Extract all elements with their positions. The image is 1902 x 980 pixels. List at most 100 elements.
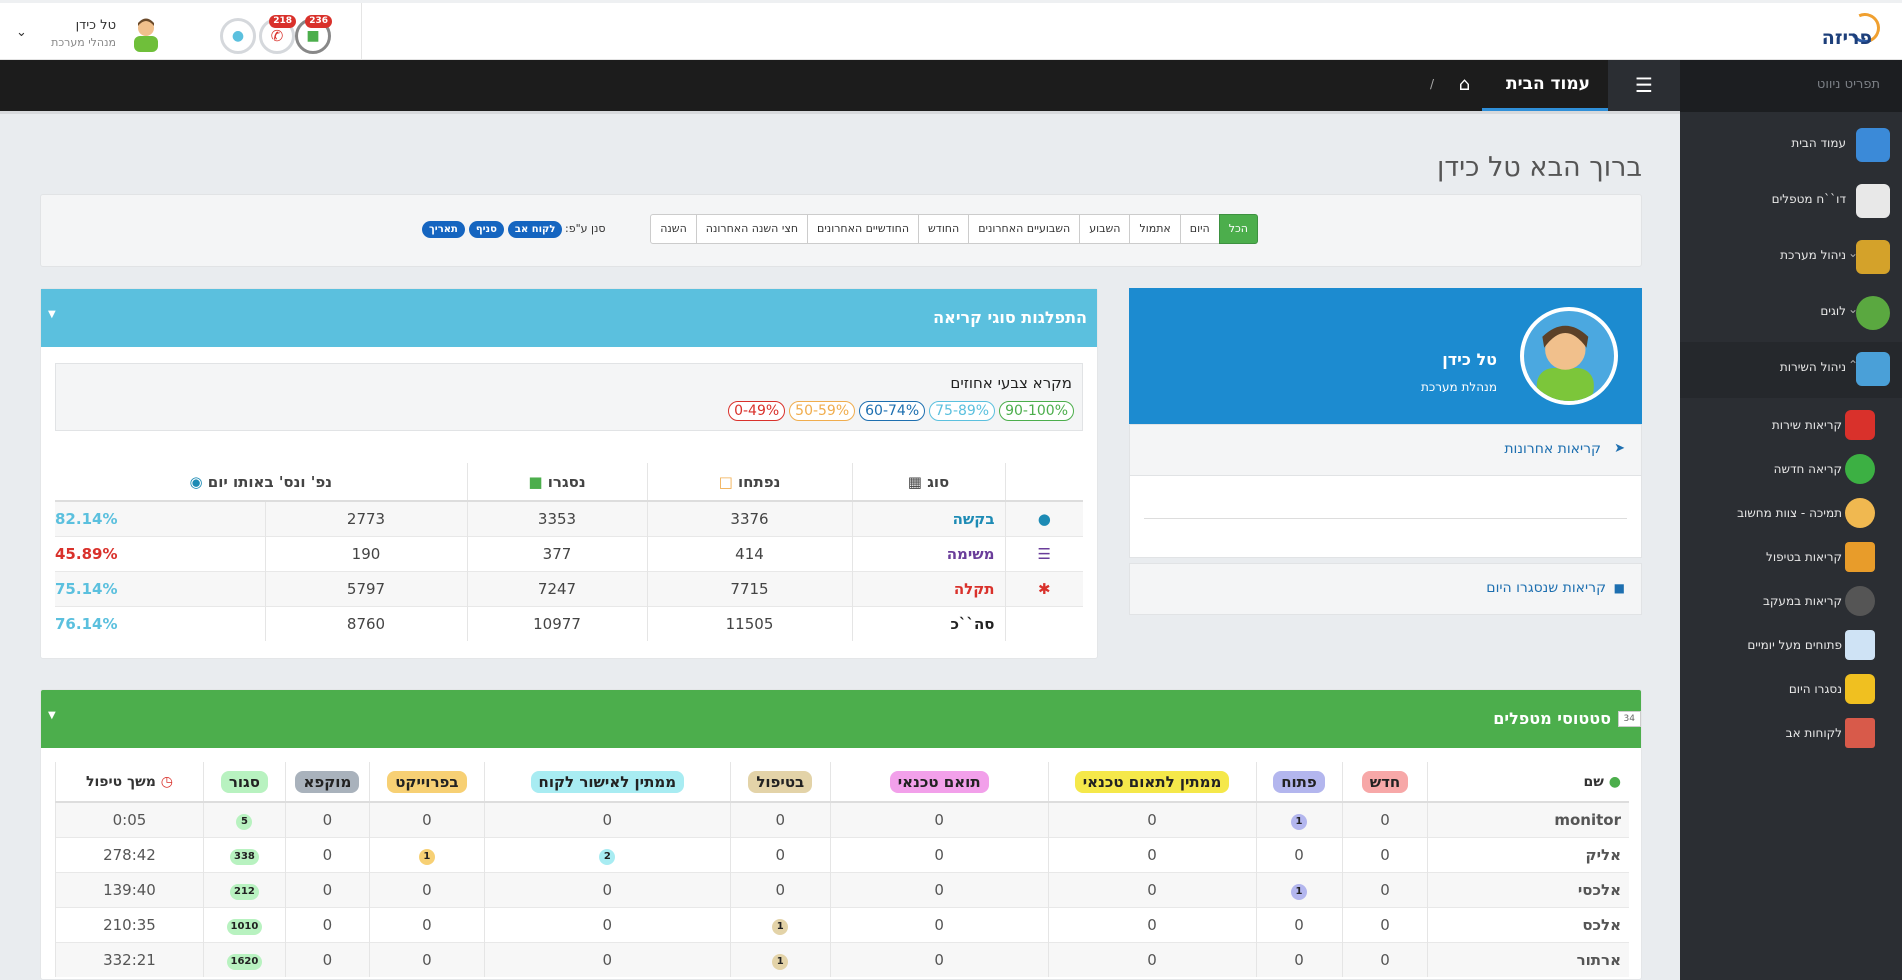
- handler-name-link[interactable]: ארתור: [1427, 941, 1629, 977]
- table-cell: 0: [1341, 836, 1428, 872]
- building-icon: [1845, 718, 1875, 748]
- box-icon: [1845, 542, 1875, 572]
- status-header-badge: בפרוייקט: [387, 770, 467, 793]
- sidebar-item-service-management[interactable]: ניהול השירות ⌃: [1680, 342, 1902, 398]
- chevron-down-icon[interactable]: ⌄: [16, 25, 27, 40]
- count-badge: 338: [229, 848, 259, 865]
- filter-this-week-button[interactable]: השבוע: [1079, 214, 1131, 244]
- filter-today-button[interactable]: היום: [1179, 214, 1220, 244]
- sidebar-subitem-open-over-two-days[interactable]: פתוחים מעל יומיים: [1680, 624, 1902, 668]
- call-types-panel-header[interactable]: התפלגות סוגי קריאה ▼: [41, 289, 1097, 347]
- closed-status-header[interactable]: סגור: [202, 762, 286, 803]
- table-row: 45.89% 190 377 414 משימה ☰: [55, 535, 1083, 571]
- sidebar-subitem-new-call[interactable]: קריאה חדשה: [1680, 448, 1902, 492]
- sidebar-subitem-closed-today[interactable]: נסגרו היום: [1680, 668, 1902, 712]
- filter-all-button[interactable]: הכל: [1218, 214, 1258, 244]
- chevron-down-icon: ⌄: [1848, 302, 1859, 316]
- sidebar-item-handlers-report[interactable]: דו``ח מטפלים: [1680, 174, 1902, 230]
- sidebar-item-home[interactable]: עמוד הבית: [1680, 118, 1902, 174]
- hamburger-menu-icon[interactable]: ☰: [1608, 60, 1680, 112]
- table-cell: 332:21: [55, 941, 204, 977]
- filter-yesterday-button[interactable]: אתמול: [1129, 214, 1181, 244]
- alerts-notifications-button[interactable]: ■ 236: [295, 15, 332, 54]
- table-cell: 10977: [466, 605, 647, 641]
- handler-name-link[interactable]: אלכסי: [1427, 871, 1629, 907]
- closed-header[interactable]: ■ נסגרו: [466, 463, 647, 502]
- table-row: 210:35 1010 0 0 0 1 0 0 0 0 אלכס: [55, 906, 1629, 942]
- sidebar-subitem-service-calls[interactable]: קריאות שירות: [1680, 404, 1902, 448]
- home-icon[interactable]: ⌂: [1459, 74, 1470, 95]
- table-cell: 7247: [466, 570, 647, 606]
- awaiting-tech-status-header[interactable]: ממתין לתאום טכנאי: [1047, 762, 1257, 803]
- count-badge: 1: [418, 848, 435, 865]
- table-cell: 414: [646, 535, 852, 571]
- handler-name-link[interactable]: אלכס: [1427, 906, 1629, 942]
- sort-date-button[interactable]: תאריך: [422, 221, 465, 238]
- title-bar: ☰ עמוד הבית ⌂ /: [0, 60, 1680, 112]
- tech-scheduled-status-header[interactable]: תואם טכנאי: [829, 762, 1049, 803]
- legend-item: 75-89%: [929, 401, 996, 421]
- awaiting-client-status-header[interactable]: ממתין לאישור לקוח: [483, 762, 731, 803]
- new-status-header[interactable]: חדש: [1341, 762, 1428, 803]
- table-cell: 8760: [264, 605, 467, 641]
- caret-down-icon[interactable]: ▼: [48, 309, 56, 320]
- frozen-status-header[interactable]: מוקפא: [284, 762, 370, 803]
- filter-last-two-weeks-button[interactable]: השבועיים האחרונים: [968, 214, 1081, 244]
- name-header[interactable]: שם ●: [1427, 762, 1629, 803]
- caret-down-icon[interactable]: ▼: [48, 710, 56, 721]
- filter-this-month-button[interactable]: החודש: [918, 214, 970, 244]
- breadcrumb-separator: /: [1429, 77, 1434, 91]
- table-cell: 45.89%: [55, 535, 265, 571]
- profile-name: טל כידן: [1442, 350, 1497, 369]
- table-cell: 1010: [202, 906, 286, 942]
- table-cell: 338: [202, 836, 286, 872]
- sidebar-item-system-admin[interactable]: ניהול מערכת ⌄: [1680, 230, 1902, 286]
- recent-calls-header[interactable]: ➤ קריאות אחרונות: [1129, 424, 1642, 476]
- table-cell: 0: [1255, 941, 1342, 977]
- sidebar-subitem-parent-clients[interactable]: לקוחות אב: [1680, 712, 1902, 756]
- type-header[interactable]: ▦ סוג: [851, 463, 1005, 502]
- unlock-icon: □: [718, 472, 733, 491]
- opened-header[interactable]: □ נפתחו: [646, 463, 852, 502]
- chat-notifications-button[interactable]: ●: [220, 18, 256, 54]
- project-status-header[interactable]: בפרוייקט: [368, 762, 485, 803]
- sidebar-subitem-in-progress[interactable]: קריאות בטיפול: [1680, 536, 1902, 580]
- table-cell: 0: [829, 836, 1049, 872]
- lock-icon: [1845, 674, 1875, 704]
- avatar[interactable]: [130, 16, 162, 52]
- in-progress-status-header[interactable]: בטיפול: [729, 762, 831, 803]
- legend-item: 60-74%: [859, 401, 926, 421]
- table-row: 82.14% 2773 3353 3376 בקשה ●: [55, 500, 1083, 536]
- chart-icon: [1856, 352, 1890, 386]
- table-cell: 0: [1047, 836, 1257, 872]
- table-cell: 5: [202, 801, 286, 837]
- handler-name-link[interactable]: אליק: [1427, 836, 1629, 872]
- sort-branch-button[interactable]: סניף: [468, 221, 504, 238]
- table-cell: 0: [284, 871, 370, 907]
- table-cell: 0: [284, 836, 370, 872]
- sidebar-item-logs[interactable]: לוגים ⌄: [1680, 286, 1902, 342]
- handlers-status-panel-header[interactable]: 34 סטטוסי מטפלים ▼: [41, 690, 1641, 748]
- date-filter-group: הכל היום אתמול השבוע השבועיים האחרונים ה…: [650, 214, 1258, 244]
- calls-notifications-button[interactable]: ✆ 218: [259, 15, 296, 54]
- closed-today-header[interactable]: ■ קריאות שנסגרו היום: [1129, 563, 1642, 615]
- filter-last-two-months-button[interactable]: החודשיים האחרונים: [807, 214, 920, 244]
- sort-parent-client-button[interactable]: לקוח אב: [507, 221, 563, 238]
- table-cell: 0: [284, 801, 370, 837]
- table-row-total: 76.14% 8760 10977 11505 סה``כ: [55, 605, 1083, 641]
- sidebar-subitem-tracking[interactable]: קריאות במעקב: [1680, 580, 1902, 624]
- legend-item: 50-59%: [789, 401, 856, 421]
- duration-header[interactable]: משך טיפול ◷: [55, 762, 204, 803]
- brand-logo[interactable]: פריזה: [1808, 8, 1885, 53]
- puzzle-icon: ▦: [907, 472, 922, 491]
- handler-name-link[interactable]: monitor: [1427, 801, 1629, 837]
- count-badge: 1: [772, 918, 789, 935]
- same-day-header[interactable]: ◉ נפ' ונס' באותו יום: [55, 463, 467, 502]
- table-cell: 0: [829, 941, 1049, 977]
- doctor-report-icon: [1856, 184, 1890, 218]
- sidebar-subitem-it-support[interactable]: תמיכה - צוות מחשוב: [1680, 492, 1902, 536]
- open-status-header[interactable]: פתוח: [1255, 762, 1342, 803]
- filter-last-half-year-button[interactable]: חצי השנה האחרונה: [695, 214, 809, 244]
- filter-this-year-button[interactable]: השנה: [650, 214, 697, 244]
- breadcrumb-current[interactable]: עמוד הבית: [1482, 60, 1608, 112]
